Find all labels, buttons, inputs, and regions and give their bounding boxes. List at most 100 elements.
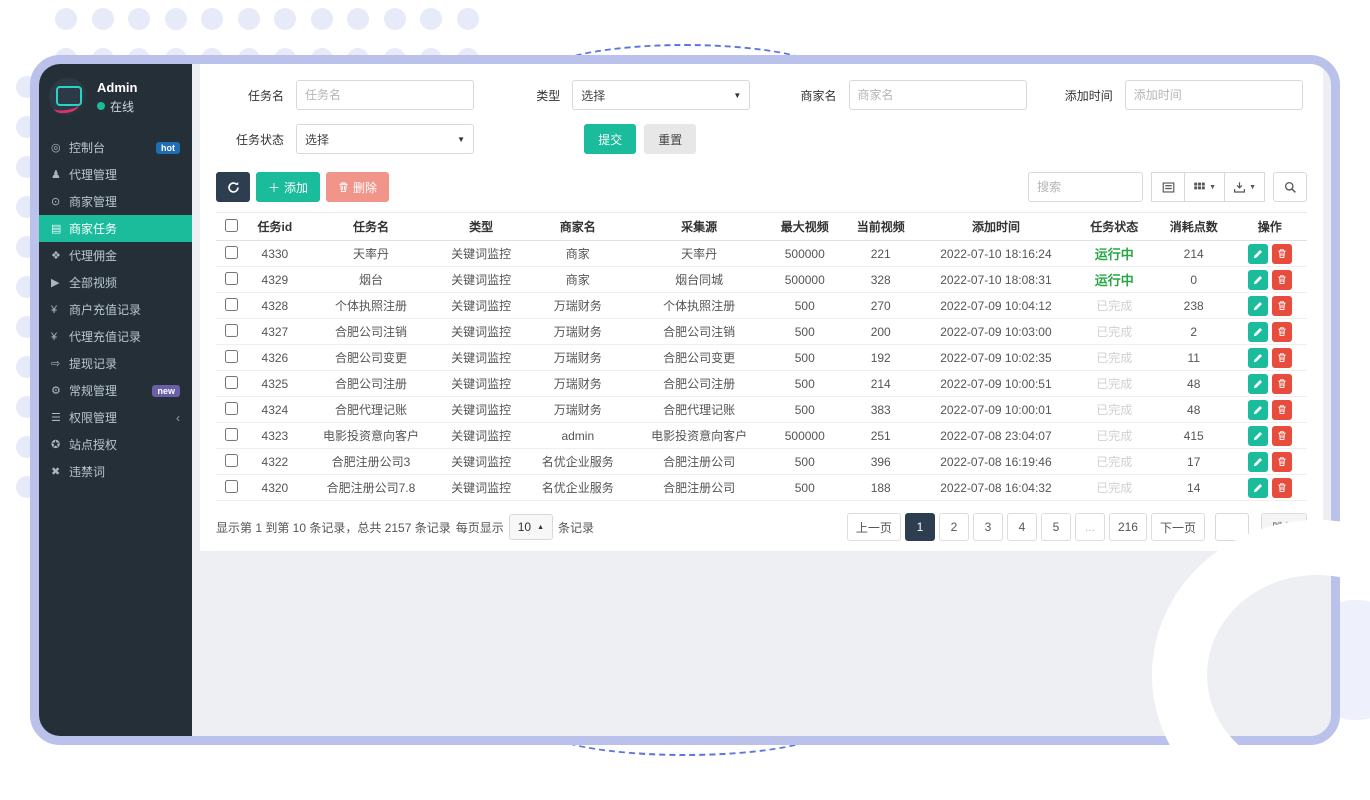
type-select[interactable]: 选择 ▼: [572, 80, 750, 110]
page-button-1[interactable]: 1: [905, 513, 935, 541]
edit-button[interactable]: [1248, 426, 1268, 446]
search-button[interactable]: [1273, 172, 1307, 202]
toggle-view-icon: [1162, 181, 1175, 194]
row-checkbox[interactable]: [225, 454, 238, 467]
table-row: 4325合肥公司注册关键词监控万瑞财务合肥公司注册5002142022-07-0…: [216, 371, 1307, 397]
sidebar-item-merchant-tasks[interactable]: ▤商家任务: [39, 215, 192, 242]
edit-button[interactable]: [1248, 270, 1268, 290]
status-badge: 运行中: [1095, 273, 1134, 288]
row-checkbox[interactable]: [225, 402, 238, 415]
status-badge: 已完成: [1096, 455, 1132, 469]
sidebar-item-banned-words[interactable]: ✖违禁词: [39, 458, 192, 485]
sidebar-item-label: 商家管理: [69, 193, 180, 210]
page-button-4[interactable]: 4: [1007, 513, 1037, 541]
sidebar-item-label: 权限管理: [69, 409, 176, 426]
merchant-name-input[interactable]: [849, 80, 1027, 110]
sidebar-item-dashboard[interactable]: ◎控制台hot: [39, 134, 192, 161]
row-checkbox[interactable]: [225, 376, 238, 389]
add-time: 2022-07-09 10:03:00: [918, 319, 1073, 345]
row-checkbox[interactable]: [225, 480, 238, 493]
sidebar-item-general-mgmt[interactable]: ⚙常规管理new: [39, 377, 192, 404]
delete-row-button[interactable]: [1272, 426, 1292, 446]
sidebar-item-agent-recharge[interactable]: ¥代理充值记录: [39, 323, 192, 350]
edit-button[interactable]: [1248, 478, 1268, 498]
page-button-5[interactable]: 5: [1041, 513, 1071, 541]
delete-row-button[interactable]: [1272, 296, 1292, 316]
edit-button[interactable]: [1248, 244, 1268, 264]
page-button-2[interactable]: 2: [939, 513, 969, 541]
merchant-name: 商家: [524, 267, 632, 293]
task-status-select[interactable]: 选择 ▼: [296, 124, 474, 154]
row-checkbox[interactable]: [225, 298, 238, 311]
sidebar-item-agent-mgmt[interactable]: ♟代理管理: [39, 161, 192, 188]
row-checkbox[interactable]: [225, 428, 238, 441]
refresh-button[interactable]: [216, 172, 250, 202]
sidebar-item-agent-commission[interactable]: ❖代理佣金: [39, 242, 192, 269]
task-type: 关键词监控: [438, 267, 524, 293]
delete-button[interactable]: 删除: [326, 172, 389, 202]
chevron-up-icon: ▲: [537, 524, 544, 531]
row-checkbox[interactable]: [225, 324, 238, 337]
delete-row-button[interactable]: [1272, 452, 1292, 472]
delete-row-button[interactable]: [1272, 244, 1292, 264]
page-button-3[interactable]: 3: [973, 513, 1003, 541]
sidebar-item-merchant-recharge[interactable]: ¥商户充值记录: [39, 296, 192, 323]
edit-button[interactable]: [1248, 452, 1268, 472]
user-status-label: 在线: [110, 98, 134, 115]
delete-row-button[interactable]: [1272, 270, 1292, 290]
column-header: 商家名: [524, 213, 632, 241]
delete-row-button[interactable]: [1272, 322, 1292, 342]
delete-row-button[interactable]: [1272, 348, 1292, 368]
reset-button[interactable]: 重置: [644, 124, 696, 154]
sidebar-item-all-videos[interactable]: ▶全部视频: [39, 269, 192, 296]
edit-button[interactable]: [1248, 400, 1268, 420]
sidebar-item-site-auth[interactable]: ✪站点授权: [39, 431, 192, 458]
toggle-view-button[interactable]: [1151, 172, 1185, 202]
pencil-icon: [1253, 483, 1263, 493]
add-time-input[interactable]: [1125, 80, 1303, 110]
edit-button[interactable]: [1248, 322, 1268, 342]
merchant-name-label: 商家名: [769, 87, 849, 104]
decor-dot: [274, 8, 296, 30]
sidebar-item-merchant-mgmt[interactable]: ⊙商家管理: [39, 188, 192, 215]
columns-button[interactable]: ▼: [1185, 172, 1225, 202]
add-button[interactable]: ＋添加: [256, 172, 320, 202]
edit-button[interactable]: [1248, 348, 1268, 368]
prev-page-button[interactable]: 上一页: [847, 513, 901, 541]
page-ellipsis: ...: [1075, 513, 1105, 541]
trash-icon: [1277, 326, 1287, 337]
row-checkbox[interactable]: [225, 246, 238, 259]
submit-button[interactable]: 提交: [584, 124, 636, 154]
add-time: 2022-07-08 16:19:46: [918, 449, 1073, 475]
column-header: 添加时间: [918, 213, 1073, 241]
withdraw-icon: ⇨: [51, 357, 69, 370]
sidebar-item-withdrawal[interactable]: ⇨提现记录: [39, 350, 192, 377]
pagination: 显示第 1 到第 10 条记录，总共 2157 条记录 每页显示 10 ▲ 条记…: [216, 501, 1307, 541]
current-videos: 221: [843, 241, 918, 267]
edit-button[interactable]: [1248, 374, 1268, 394]
sidebar-item-label: 常规管理: [69, 382, 152, 399]
next-page-button[interactable]: 下一页: [1151, 513, 1205, 541]
row-checkbox[interactable]: [225, 350, 238, 363]
collect-source: 个体执照注册: [632, 293, 767, 319]
delete-row-button[interactable]: [1272, 400, 1292, 420]
per-page-select[interactable]: 10 ▲: [509, 514, 553, 540]
page-button-216[interactable]: 216: [1109, 513, 1147, 541]
row-checkbox[interactable]: [225, 272, 238, 285]
task-name: 合肥注册公司3: [304, 449, 439, 475]
delete-row-button[interactable]: [1272, 374, 1292, 394]
add-time: 2022-07-09 10:00:51: [918, 371, 1073, 397]
delete-row-button[interactable]: [1272, 478, 1292, 498]
task-name-input[interactable]: [296, 80, 474, 110]
sidebar-item-permission-mgmt[interactable]: ☰权限管理‹: [39, 404, 192, 431]
export-button[interactable]: ▼: [1225, 172, 1265, 202]
current-videos: 200: [843, 319, 918, 345]
user-profile[interactable]: Admin 在线: [39, 64, 192, 128]
jump-page-input[interactable]: [1215, 513, 1249, 541]
search-input[interactable]: [1028, 172, 1143, 202]
jump-button[interactable]: 跳转: [1261, 513, 1307, 541]
select-all-checkbox[interactable]: [225, 219, 238, 232]
type-label: 类型: [492, 87, 572, 104]
edit-button[interactable]: [1248, 296, 1268, 316]
column-header: 类型: [438, 213, 524, 241]
